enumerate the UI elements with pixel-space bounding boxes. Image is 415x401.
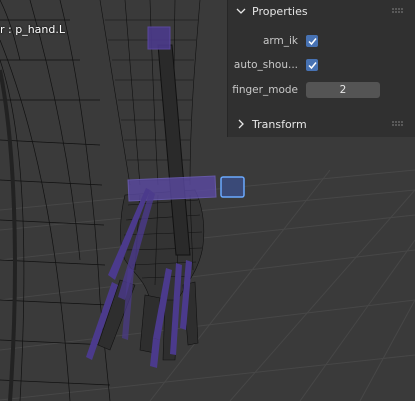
prop-row-arm-ik: arm_ik <box>228 31 415 51</box>
chevron-right-icon <box>238 119 244 129</box>
checkmark-icon <box>307 61 317 69</box>
prop-row-auto-shoulder: auto_shou... <box>228 55 415 75</box>
prop-label: auto_shou... <box>233 59 298 71</box>
transform-header-label: Transform <box>252 117 307 131</box>
floor-grid <box>0 169 415 401</box>
drag-grip-icon[interactable] <box>392 121 404 127</box>
prop-label: finger_mode <box>232 84 298 96</box>
active-bone-label: r : p_hand.L <box>0 23 65 36</box>
drag-grip-icon[interactable] <box>392 8 404 14</box>
prop-row-finger-mode: finger_mode 2 <box>228 80 415 100</box>
properties-panel-header[interactable]: Properties <box>228 0 415 22</box>
properties-header-label: Properties <box>252 4 308 18</box>
arm-ik-checkbox[interactable] <box>306 35 318 47</box>
body-bone <box>0 69 17 401</box>
finger-mode-field[interactable]: 2 <box>306 82 380 98</box>
sidebar-panel: Properties arm_ik auto_shou... finger_mo… <box>227 0 415 137</box>
checkmark-icon <box>307 37 317 45</box>
active-bone <box>220 176 245 198</box>
transform-panel-header[interactable]: Transform <box>228 113 415 135</box>
chevron-down-icon <box>236 8 246 14</box>
prop-label: arm_ik <box>262 35 298 47</box>
auto-shoulder-checkbox[interactable] <box>306 59 318 71</box>
